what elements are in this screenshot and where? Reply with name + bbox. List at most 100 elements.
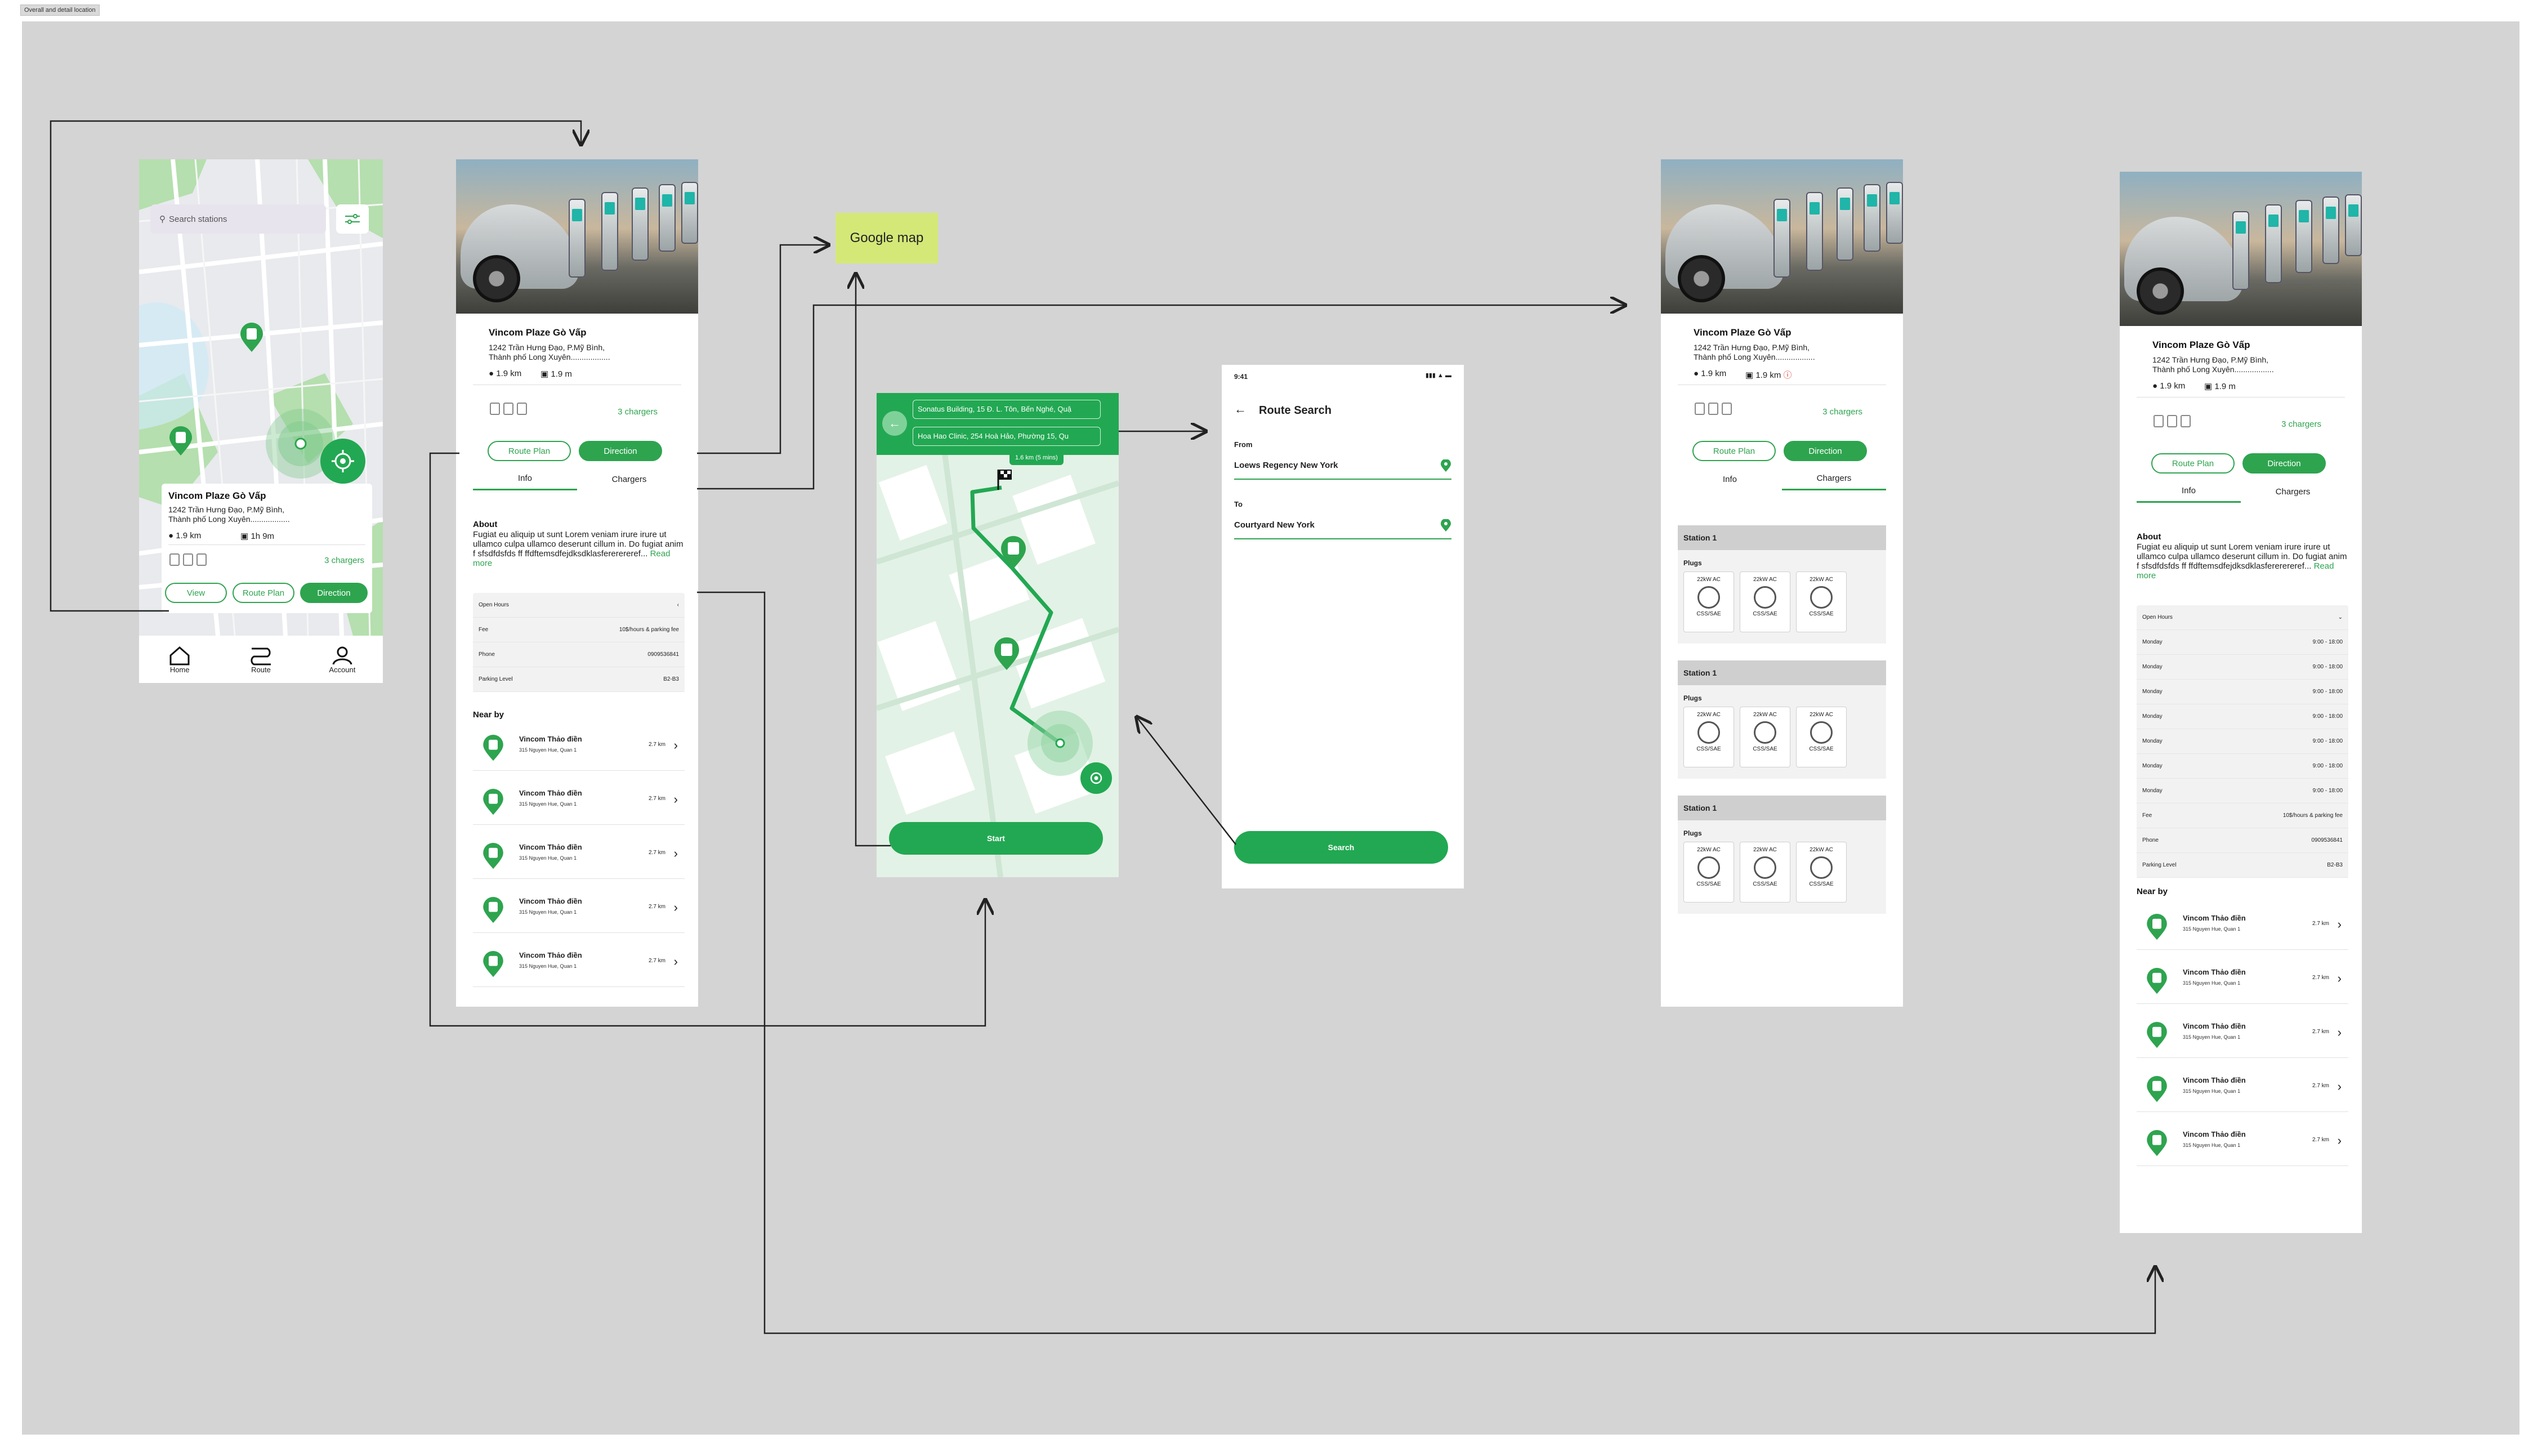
socket-icon (1754, 856, 1776, 879)
filter-button[interactable] (336, 204, 369, 234)
plug-icons (1695, 403, 1732, 415)
chargers-count: 3 chargers (324, 556, 364, 565)
plug-card[interactable]: 22kW AC CSS/SAE (1740, 571, 1790, 632)
route-plan-button[interactable]: Route Plan (2151, 453, 2235, 474)
plug-icons (169, 553, 207, 566)
station-card[interactable]: Vincom Plaze Gò Vấp 1242 Trần Hưng Đạo, … (162, 484, 372, 613)
chevron-right-icon: › (2337, 1133, 2342, 1147)
station-pin-icon[interactable] (168, 426, 193, 457)
search-button[interactable]: Search (1234, 831, 1448, 864)
plug-card[interactable]: 22kW AC CSS/SAE (1683, 707, 1734, 767)
crosshair-icon (332, 450, 354, 472)
tab-bar: Info Chargers (2137, 480, 2345, 503)
frame-label: Overall and detail location (20, 5, 100, 16)
direction-button[interactable]: Direction (579, 441, 662, 461)
station-address-line2: Thành phố Long Xuyên.................. (1694, 352, 1815, 361)
locate-me-button[interactable] (320, 439, 365, 484)
search-bar[interactable]: ⚲ Search stations (150, 204, 326, 234)
tab-info[interactable]: Info (1678, 468, 1782, 490)
route-plan-button[interactable]: Route Plan (233, 583, 294, 603)
plug-icon (2167, 415, 2177, 427)
tab-chargers[interactable]: Chargers (1782, 468, 1886, 490)
tab-chargers[interactable]: Chargers (577, 468, 681, 490)
start-button[interactable]: Start (889, 822, 1103, 855)
nearby-item[interactable]: Vincom Thảo điền 315 Nguyen Hue, Quan 1 2.… (2137, 1010, 2348, 1058)
direction-button[interactable]: Direction (1784, 441, 1867, 461)
nav-home[interactable]: Home (139, 636, 220, 683)
open-hours-row[interactable]: Open Hours ‹ (473, 593, 685, 618)
station-photo (1661, 159, 1903, 314)
station-photo (456, 159, 698, 314)
chevron-right-icon: › (2337, 917, 2342, 931)
nearby-item[interactable]: Vincom Thảo điền 315 Nguyen Hue, Quan 1 2.… (473, 885, 685, 933)
nearby-item[interactable]: Vincom Thảo điền 315 Nguyen Hue, Quan 1 2.… (473, 830, 685, 879)
chevron-right-icon: › (673, 846, 678, 860)
charger-post (2232, 211, 2249, 290)
drive-distance: ▣ 1.9 m (2204, 382, 2236, 391)
station-name: Vincom Plaze Gò Vấp (1694, 327, 1792, 338)
design-canvas: Overall and detail location ⚲ Search sta… (0, 0, 2542, 1456)
to-field[interactable]: Courtyard New York (1234, 515, 1451, 539)
charger-post (632, 187, 649, 261)
back-button[interactable]: ← (882, 411, 907, 436)
chevron-left-icon: ‹ (677, 602, 679, 608)
charger-post (569, 199, 586, 278)
to-field[interactable]: Hoa Hao Clinic, 254 Hoà Hảo, Phường 15, … (913, 427, 1101, 446)
info-row: Parking Level B2-B3 (2137, 853, 2348, 878)
nearby-item[interactable]: Vincom Thảo điền 315 Nguyen Hue, Quan 1 2.… (2137, 1118, 2348, 1166)
charger-post (1773, 199, 1790, 278)
nearby-item[interactable]: Vincom Thảo điền 315 Nguyen Hue, Quan 1 2.… (473, 722, 685, 771)
nav-route[interactable]: Route (220, 636, 301, 683)
tab-info[interactable]: Info (473, 468, 577, 490)
wheel (1678, 255, 1725, 302)
nav-account[interactable]: Account (302, 636, 383, 683)
search-placeholder: Search stations (169, 214, 227, 224)
tab-chargers[interactable]: Chargers (2241, 480, 2345, 503)
station-pin-icon[interactable] (993, 637, 1021, 671)
nearby-item[interactable]: Vincom Thảo điền 315 Nguyen Hue, Quan 1 2.… (2137, 955, 2348, 1004)
nearby-item[interactable]: Vincom Thảo điền 315 Nguyen Hue, Quan 1 2.… (2137, 1064, 2348, 1112)
plug-card[interactable]: 22kW AC CSS/SAE (1796, 707, 1847, 767)
info-row: Phone 0909536841 (2137, 828, 2348, 853)
eta-badge: 1.6 km (5 mins) (1009, 453, 1064, 465)
nearby-item[interactable]: Vincom Thảo điền 315 Nguyen Hue, Quan 1 2.… (473, 776, 685, 825)
plug-card[interactable]: 22kW AC CSS/SAE (1683, 842, 1734, 903)
plug-card[interactable]: 22kW AC CSS/SAE (1796, 842, 1847, 903)
station-pin-icon[interactable] (239, 323, 264, 353)
divider (168, 544, 365, 545)
plug-card[interactable]: 22kW AC CSS/SAE (1796, 571, 1847, 632)
direction-button[interactable]: Direction (300, 583, 368, 603)
nearby-item[interactable]: Vincom Thảo điền 315 Nguyen Hue, Quan 1 2.… (473, 939, 685, 987)
locate-me-button[interactable] (1080, 762, 1112, 794)
direction-button[interactable]: Direction (2242, 453, 2326, 474)
location-pin-icon: ● (168, 531, 174, 541)
nearby-item[interactable]: Vincom Thảo điền 315 Nguyen Hue, Quan 1 2.… (2137, 901, 2348, 950)
plug-card[interactable]: 22kW AC CSS/SAE (1683, 571, 1734, 632)
destination-flag-icon (997, 470, 1012, 490)
hours-row: Monday 9:00 - 18:00 (2137, 655, 2348, 680)
station-pin-icon[interactable] (999, 536, 1027, 570)
view-button[interactable]: View (165, 583, 227, 603)
distance: ● 1.9 km (489, 369, 522, 378)
charger-post (2345, 194, 2362, 256)
info-box: Open Hours ‹ Fee 10$/hours & parking fee P… (473, 593, 685, 692)
open-hours-row[interactable]: Open Hours ⌄ (2137, 605, 2348, 630)
plug-card[interactable]: 22kW AC CSS/SAE (1740, 842, 1790, 903)
crosshair-icon (1090, 772, 1102, 784)
chargers-count: 3 chargers (2281, 419, 2321, 429)
plug-icon (1722, 403, 1732, 415)
hours-row: Monday 9:00 - 18:00 (2137, 754, 2348, 779)
plug-card[interactable]: 22kW AC CSS/SAE (1740, 707, 1790, 767)
info-row: Fee 10$/hours & parking fee (2137, 803, 2348, 828)
hours-row: Monday 9:00 - 18:00 (2137, 704, 2348, 729)
from-field[interactable]: Loews Regency New York (1234, 455, 1451, 480)
route-plan-button[interactable]: Route Plan (1692, 441, 1776, 461)
station-address-line1: 1242 Trần Hưng Đạo, P.Mỹ Bình, (2152, 355, 2269, 364)
route-plan-button[interactable]: Route Plan (488, 441, 571, 461)
wheel (2137, 267, 2184, 315)
from-field[interactable]: Sonatus Building, 15 Đ. L. Tôn, Bến Nghé… (913, 400, 1101, 419)
tab-info[interactable]: Info (2137, 480, 2241, 503)
back-arrow-icon[interactable]: ← (1234, 402, 1247, 417)
socket-icon (1810, 586, 1833, 609)
route-map[interactable] (877, 393, 1119, 877)
